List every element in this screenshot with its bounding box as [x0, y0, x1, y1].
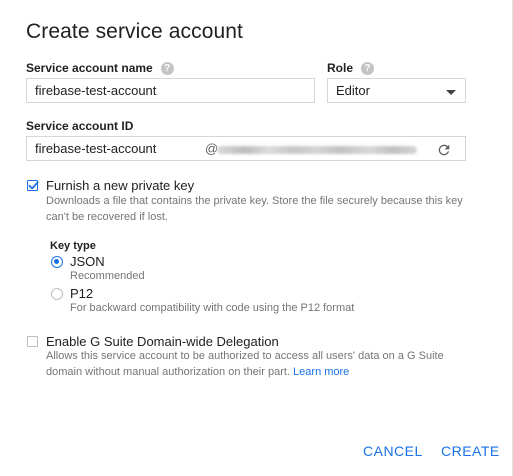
service-account-name-input[interactable]: firebase-test-account	[26, 78, 315, 103]
delegation-description: Allows this service account to be author…	[46, 350, 444, 378]
service-account-id-label: Service account ID	[26, 119, 133, 133]
role-select[interactable]: Editor	[327, 78, 466, 103]
redacted-domain	[217, 146, 417, 154]
cancel-button[interactable]: CANCEL	[363, 443, 423, 459]
refresh-icon[interactable]	[436, 142, 452, 158]
delegation-description-block: Allows this service account to be author…	[46, 348, 466, 380]
learn-more-link[interactable]: Learn more	[293, 366, 349, 378]
create-button[interactable]: CREATE	[441, 443, 500, 459]
help-icon[interactable]: ?	[160, 61, 174, 75]
json-option-sublabel: Recommended	[70, 270, 145, 282]
dialog-title: Create service account	[26, 20, 243, 43]
private-key-checkbox[interactable]	[27, 180, 39, 191]
role-label-text: Role	[327, 61, 354, 75]
service-account-name-label-text: Service account name	[26, 61, 153, 75]
service-account-name-label: Service account name ?	[26, 61, 174, 75]
help-icon[interactable]: ?	[361, 61, 375, 75]
key-type-label: Key type	[50, 240, 96, 252]
delegation-checkbox[interactable]	[27, 336, 38, 347]
p12-radio[interactable]	[51, 288, 63, 300]
json-radio[interactable]	[51, 256, 63, 268]
json-option-label[interactable]: JSON	[70, 254, 105, 269]
role-selected-value: Editor	[336, 83, 370, 98]
private-key-description: Downloads a file that contains the priva…	[46, 195, 463, 223]
create-service-account-dialog: Create service account Service account n…	[0, 0, 513, 476]
chevron-down-icon	[446, 90, 456, 95]
service-account-id-value: firebase-test-account	[35, 141, 157, 156]
p12-option-sublabel: For backward compatibility with code usi…	[70, 302, 355, 314]
role-label: Role ?	[327, 61, 375, 75]
service-account-name-value: firebase-test-account	[35, 83, 157, 98]
p12-option-label[interactable]: P12	[70, 286, 93, 301]
service-account-id-label-text: Service account ID	[26, 119, 134, 133]
service-account-id-input[interactable]: firebase-test-account @	[26, 136, 466, 161]
private-key-label[interactable]: Furnish a new private key	[46, 178, 194, 193]
delegation-label[interactable]: Enable G Suite Domain-wide Delegation	[46, 334, 279, 349]
checkmark-icon	[28, 181, 39, 190]
